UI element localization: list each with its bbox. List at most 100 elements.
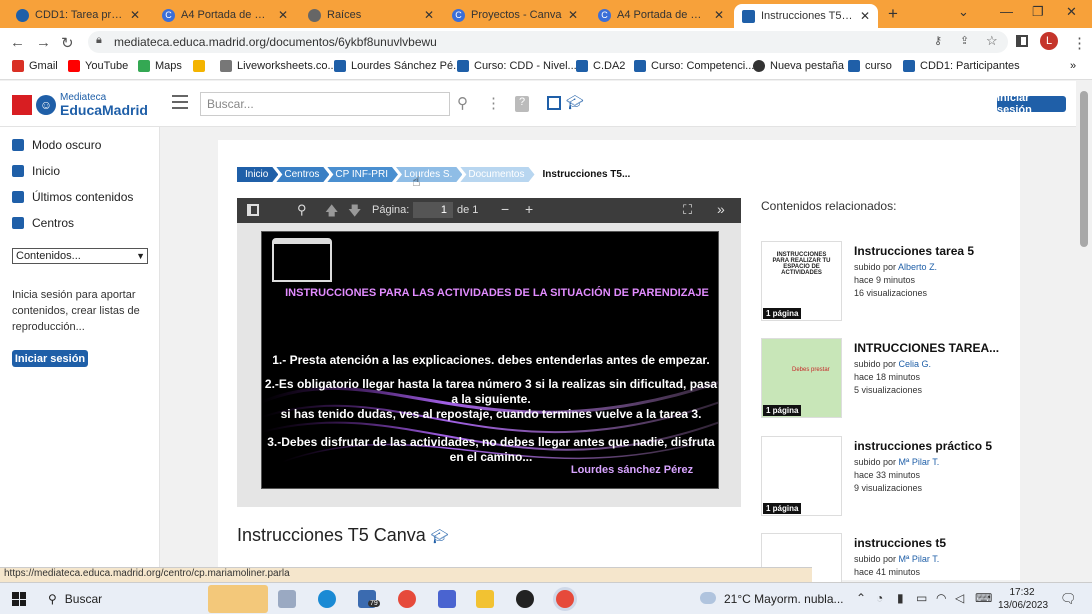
bookmark-maps[interactable]: Maps: [138, 60, 182, 72]
search-icon[interactable]: ⚲: [457, 94, 468, 112]
related-thumbnail[interactable]: 1 página: [761, 436, 842, 516]
view-toggle-icon[interactable]: [547, 96, 561, 110]
close-tab-icon[interactable]: ✕: [714, 8, 724, 22]
bookmark-cdd1-participantes[interactable]: CDD1: Participantes: [903, 60, 1020, 72]
wifi-icon[interactable]: ◠: [936, 591, 946, 605]
breadcrumb-item[interactable]: Centros: [276, 167, 329, 182]
sidebar-item-centers[interactable]: Centros: [12, 216, 74, 230]
chrome-icon[interactable]: [398, 590, 416, 608]
page-number-input[interactable]: 1: [413, 202, 453, 218]
hamburger-menu-icon[interactable]: [172, 95, 188, 109]
educamadrid-logo[interactable]: ☺ Mediateca EducaMadrid: [12, 93, 148, 117]
related-item[interactable]: INSTRUCCIONES PARA REALIZAR TU ESPACIO D…: [761, 241, 1004, 321]
bookmark-star-icon[interactable]: ☆: [986, 33, 998, 49]
bookmark-curso[interactable]: curso: [848, 60, 892, 72]
fullscreen-icon[interactable]: ⛶: [683, 202, 692, 218]
search-icon[interactable]: ⚲: [297, 202, 307, 218]
search-input[interactable]: Buscar...: [200, 92, 450, 116]
reload-icon[interactable]: ↻: [61, 34, 74, 52]
notifications-icon[interactable]: 🗨︎: [1060, 591, 1077, 607]
app-icon[interactable]: [516, 590, 534, 608]
sidebar-toggle-icon[interactable]: [247, 204, 259, 216]
bookmark-youtube[interactable]: YouTube: [68, 60, 128, 72]
windows-start-icon[interactable]: [12, 592, 26, 606]
new-tab-button[interactable]: +: [888, 4, 898, 24]
back-arrow-icon[interactable]: ←: [10, 34, 25, 51]
sidebar-item-latest[interactable]: Últimos contenidos: [12, 190, 133, 204]
battery-icon[interactable]: ▭: [916, 591, 927, 605]
bookmark-curso-competencia[interactable]: Curso: Competenci...: [634, 60, 754, 72]
breadcrumb-item[interactable]: Inicio: [237, 167, 278, 182]
side-panel-icon[interactable]: [1016, 35, 1028, 47]
breadcrumb-item[interactable]: Documentos: [460, 167, 534, 182]
file-explorer-icon[interactable]: [476, 590, 494, 608]
close-window-icon[interactable]: ✕: [1066, 4, 1077, 20]
pdf-viewer[interactable]: INSTRUCCIONES PARA LAS ACTIVIDADES DE LA…: [237, 223, 741, 507]
scrollbar-thumb[interactable]: [1080, 91, 1088, 247]
related-title[interactable]: Instrucciones tarea 5: [854, 244, 1004, 258]
sidebar-login-button[interactable]: Iniciar sesión: [12, 350, 88, 367]
sidebar-item-home[interactable]: Inicio: [12, 164, 60, 178]
close-tab-icon[interactable]: ✕: [278, 8, 288, 22]
uploader-link[interactable]: Mª Pilar T.: [899, 554, 940, 564]
bookmark-liveworksheets[interactable]: Liveworksheets.co...: [220, 60, 337, 72]
volume-icon[interactable]: ◁: [955, 591, 964, 605]
taskbar-search[interactable]: ⚲ Buscar: [40, 586, 210, 612]
share-icon[interactable]: ⇪: [960, 34, 969, 47]
related-title[interactable]: instrucciones t5: [854, 536, 1004, 550]
previous-page-icon[interactable]: 🡅︎: [325, 202, 338, 224]
help-icon[interactable]: ?: [515, 96, 529, 112]
sidebar-item-dark-mode[interactable]: Modo oscuro: [12, 138, 101, 152]
network-icon[interactable]: ◔: [876, 591, 883, 605]
minimize-icon[interactable]: —: [1000, 4, 1013, 19]
address-bar[interactable]: 🔒︎ mediateca.educa.madrid.org/documentos…: [88, 31, 1008, 53]
graduation-cap-icon[interactable]: 🎓︎: [566, 94, 584, 111]
bookmark-drive[interactable]: [193, 60, 205, 72]
next-page-icon[interactable]: 🡇︎: [348, 202, 361, 224]
browser-menu-icon[interactable]: ⋮: [1072, 34, 1087, 52]
key-icon[interactable]: ⚷: [934, 34, 942, 47]
content-type-select[interactable]: Contenidos... ▼: [12, 248, 148, 264]
related-title[interactable]: instrucciones práctico 5: [854, 439, 1004, 453]
related-title[interactable]: INTRUCCIONES TAREA...: [854, 341, 1004, 355]
forward-arrow-icon[interactable]: →: [36, 34, 51, 51]
login-button[interactable]: Iniciar sesión: [997, 92, 1066, 116]
more-bookmarks-icon[interactable]: »: [1070, 60, 1076, 72]
bookmark-curso-cdd[interactable]: Curso: CDD - Nivel...: [457, 60, 577, 72]
browser-tab-active[interactable]: Instrucciones T5 Canv ✕: [734, 4, 878, 28]
related-thumbnail[interactable]: INSTRUCCIONES PARA REALIZAR TU ESPACIO D…: [761, 241, 842, 321]
profile-avatar[interactable]: L: [1040, 32, 1058, 50]
breadcrumb-item[interactable]: CP INF-PRI: [327, 167, 398, 182]
more-options-icon[interactable]: ⋮: [486, 94, 501, 112]
browser-tab[interactable]: C A4 Portada de Propue ✕: [154, 4, 296, 26]
edge-icon[interactable]: [318, 590, 336, 608]
uploader-link[interactable]: Alberto Z.: [898, 262, 937, 272]
browser-tab[interactable]: Raíces ✕: [300, 4, 442, 26]
browser-tab[interactable]: CDD1: Tarea práctica ✕: [8, 4, 148, 26]
browser-tab[interactable]: C A4 Portada de Propue ✕: [590, 4, 732, 26]
zoom-out-icon[interactable]: −: [501, 201, 509, 217]
more-tools-icon[interactable]: »: [717, 201, 725, 217]
related-item[interactable]: Debes prestar 1 página INTRUCCIONES TARE…: [761, 338, 1004, 418]
related-item[interactable]: 1 página instrucciones práctico 5 subido…: [761, 436, 1004, 516]
breadcrumb-item[interactable]: Lourdes S.: [396, 167, 462, 182]
bookmark-nueva-pestana[interactable]: Nueva pestaña: [753, 60, 844, 72]
close-tab-icon[interactable]: ✕: [568, 8, 578, 22]
chrome-active-icon[interactable]: [556, 590, 574, 608]
task-view-icon[interactable]: [278, 590, 296, 608]
clock[interactable]: 17:32 13/06/2023: [998, 586, 1048, 612]
uploader-link[interactable]: Celia G.: [899, 359, 932, 369]
close-tab-icon[interactable]: ✕: [424, 8, 434, 22]
bookmark-gmail[interactable]: Gmail: [12, 60, 58, 72]
weather-text[interactable]: 21°C Mayorm. nubla...: [724, 592, 844, 606]
page-scrollbar[interactable]: [1076, 81, 1092, 582]
uploader-link[interactable]: Mª Pilar T.: [899, 457, 940, 467]
zoom-in-icon[interactable]: +: [525, 201, 533, 217]
tray-expand-icon[interactable]: ⌃: [856, 591, 866, 605]
teams-icon[interactable]: [438, 590, 456, 608]
bookmark-lourdes[interactable]: Lourdes Sánchez Pé...: [334, 60, 462, 72]
language-icon[interactable]: ⌨: [975, 591, 992, 605]
close-tab-icon[interactable]: ✕: [130, 8, 140, 22]
close-tab-icon[interactable]: ✕: [860, 9, 870, 23]
bookmark-cda2[interactable]: C.DA2: [576, 60, 625, 72]
